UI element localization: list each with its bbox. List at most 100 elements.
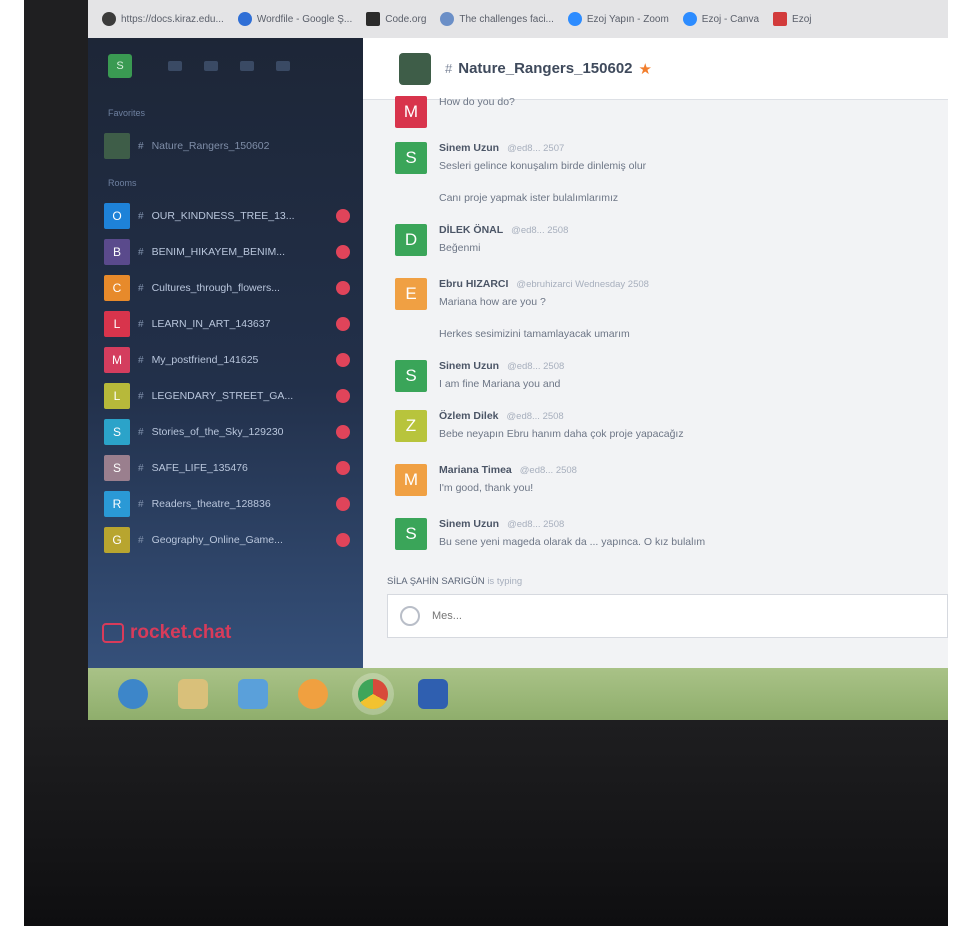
message-header: Özlem Dilek @ed8... 2508	[439, 410, 684, 422]
message-avatar[interactable]: E	[395, 278, 427, 310]
rocketchat-logo-icon	[102, 623, 124, 643]
brand-text: rocket.chat	[130, 622, 232, 643]
home-icon[interactable]	[168, 61, 182, 71]
message-text: Sesleri gelince konuşalım birde dinlemiş…	[439, 160, 647, 172]
bookmark-2-icon	[237, 12, 252, 26]
hashtag-icon: #	[138, 140, 144, 152]
sidebar-room-item[interactable]: S # SAFE_LIFE_135476	[104, 454, 350, 482]
message-author[interactable]: Özlem Dilek	[439, 410, 499, 422]
message-avatar[interactable]: M	[395, 464, 427, 496]
bookmark-5[interactable]: Ezoj Yapın - Zoom	[567, 12, 669, 26]
message-meta: @ed8... 2508	[507, 361, 565, 372]
unread-badge	[336, 245, 350, 259]
media-player-icon[interactable]	[238, 679, 268, 709]
sidebar-room-item[interactable]: S # Stories_of_the_Sky_129230	[104, 418, 350, 446]
message-text: I am fine Mariana you and	[439, 378, 561, 390]
message-header: Ebru HIZARCI @ebruhizarci Wednesday 2508	[439, 278, 649, 290]
chrome-icon[interactable]	[358, 679, 388, 709]
message: S Sinem Uzun @ed8... 2508 I am fine Mariana…	[395, 360, 935, 392]
unread-badge	[336, 209, 350, 223]
message-avatar[interactable]: Z	[395, 410, 427, 442]
message-input[interactable]	[430, 609, 854, 623]
message-author[interactable]: Ebru HIZARCI	[439, 278, 508, 290]
sidebar-room-item[interactable]: B # BENIM_HIKAYEM_BENIM...	[104, 238, 350, 266]
bookmark-6-icon	[682, 12, 697, 26]
message-author[interactable]: Sinem Uzun	[439, 360, 499, 372]
room-avatar: R	[104, 491, 130, 517]
favorites-label: Favorites	[108, 108, 146, 118]
message-text: Bu sene yeni mageda olarak da ... yapınc…	[439, 536, 706, 548]
message-header: DİLEK ÖNAL @ed8... 2508	[439, 224, 568, 236]
bookmark-label: Ezoj Yapın - Zoom	[586, 13, 669, 25]
message-avatar[interactable]: S	[395, 518, 427, 550]
emoji-icon[interactable]	[400, 606, 420, 626]
message-meta: @ed8... 2508	[506, 411, 564, 422]
bookmark-1[interactable]: https://docs.kiraz.edu...	[102, 12, 224, 26]
message-composer[interactable]	[387, 594, 948, 638]
sidebar-room-item[interactable]: L # LEARN_IN_ART_143637	[104, 310, 350, 338]
bookmark-6[interactable]: Ezoj - Canva	[682, 12, 759, 26]
word-icon[interactable]	[418, 679, 448, 709]
room-name: Stories_of_the_Sky_129230	[151, 426, 284, 438]
message: M Mariana Timea @ed8... 2508 I'm good, than…	[395, 464, 935, 496]
rooms-label: Rooms	[108, 178, 137, 188]
monitor-screen: https://docs.kiraz.edu... Wordfile - Goo…	[88, 0, 948, 720]
star-icon[interactable]: ★	[639, 60, 652, 78]
room-name: My_postfriend_141625	[151, 354, 259, 366]
sidebar-room-item[interactable]: G # Geography_Online_Game...	[104, 526, 350, 554]
message: M How do you do?	[395, 96, 935, 128]
message-header: Sinem Uzun @ed8... 2507	[439, 142, 646, 154]
unread-badge	[336, 533, 350, 547]
room-avatar: C	[104, 275, 130, 301]
message-avatar[interactable]: M	[395, 96, 427, 128]
bookmark-7-icon	[773, 12, 788, 26]
room-name: BENIM_HIKAYEM_BENIM...	[151, 246, 285, 258]
directory-icon[interactable]	[240, 61, 254, 71]
sidebar-room-item[interactable]: L # LEGENDARY_STREET_GA...	[104, 382, 350, 410]
message-author[interactable]: Mariana Timea	[439, 464, 512, 476]
bookmark-2[interactable]: Wordfile - Google Ş...	[237, 12, 352, 26]
message-avatar[interactable]: D	[395, 224, 427, 256]
hashtag-icon: #	[138, 498, 144, 510]
hashtag-icon: #	[138, 246, 144, 258]
sidebar-item-favorite[interactable]: # Nature_Rangers_150602	[104, 132, 350, 160]
bookmark-4[interactable]: The challenges faci...	[440, 12, 554, 26]
message-body: How do you do?	[439, 96, 515, 128]
message-body: Mariana Timea @ed8... 2508 I'm good, thank…	[439, 464, 577, 496]
internet-explorer-icon[interactable]	[118, 679, 148, 709]
hashtag-icon: #	[138, 282, 144, 294]
edit-icon[interactable]	[276, 61, 290, 71]
message-author[interactable]: Sinem Uzun	[439, 142, 499, 154]
message-text: Herkes sesimizini tamamlayacak umarım	[439, 328, 630, 340]
message-body: Sinem Uzun @ed8... 2508 I am fine Mariana …	[439, 360, 564, 392]
message-avatar[interactable]: S	[395, 360, 427, 392]
firefox-icon[interactable]	[298, 679, 328, 709]
bookmark-label: https://docs.kiraz.edu...	[121, 13, 224, 25]
sidebar-room-item[interactable]: C # Cultures_through_flowers...	[104, 274, 350, 302]
user-avatar[interactable]: S	[108, 54, 132, 78]
sidebar-room-item[interactable]: M # My_postfriend_141625	[104, 346, 350, 374]
search-icon[interactable]	[204, 61, 218, 71]
room-name: SAFE_LIFE_135476	[151, 462, 248, 474]
bookmark-3[interactable]: Code.org	[366, 12, 426, 26]
message-author[interactable]: Sinem Uzun	[439, 518, 499, 530]
message-text: Beğenmi	[439, 242, 481, 254]
message-author[interactable]: DİLEK ÖNAL	[439, 224, 503, 236]
message-avatar[interactable]: S	[395, 142, 427, 174]
room-avatar: M	[104, 347, 130, 373]
bookmark-7[interactable]: Ezoj	[773, 12, 811, 26]
message-text: Mariana how are you ?	[439, 296, 546, 308]
bookmark-label: The challenges faci...	[459, 13, 554, 25]
room-name: LEGENDARY_STREET_GA...	[151, 390, 294, 402]
message-meta: @ed8... 2508	[519, 465, 577, 476]
file-explorer-icon[interactable]	[178, 679, 208, 709]
message: S Sinem Uzun @ed8... 2507 Sesleri gelince k…	[395, 142, 935, 174]
hashtag-icon: #	[445, 61, 453, 76]
sidebar-room-item[interactable]: R # Readers_theatre_128836	[104, 490, 350, 518]
sidebar-room-item[interactable]: O # OUR_KINDNESS_TREE_13...	[104, 202, 350, 230]
hashtag-icon: #	[138, 354, 144, 366]
room-header-avatar	[399, 52, 431, 85]
room-avatar: G	[104, 527, 130, 553]
chat-panel: # Nature_Rangers_150602 ★ M How do you do…	[363, 38, 948, 668]
bookmarks-bar: https://docs.kiraz.edu... Wordfile - Goo…	[88, 0, 948, 38]
